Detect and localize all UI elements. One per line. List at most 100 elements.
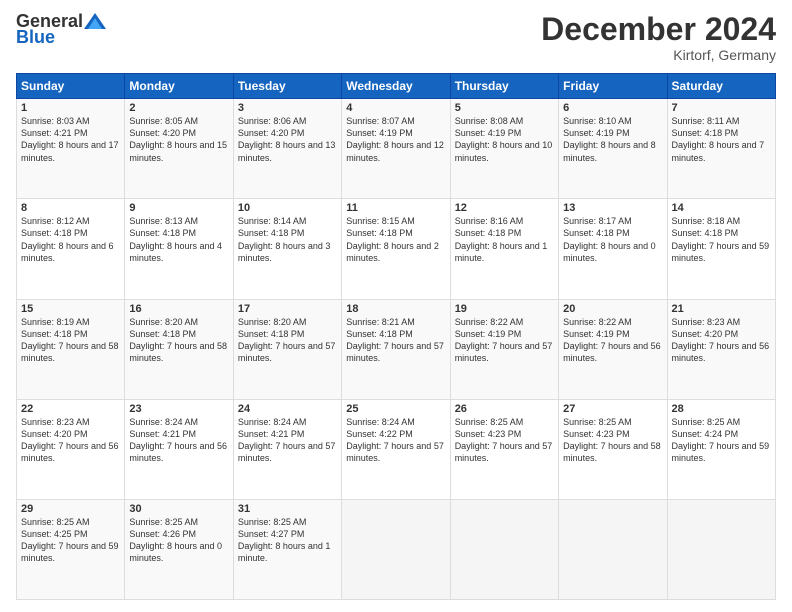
day-number: 4: [346, 102, 445, 114]
cell-info: Sunrise: 8:16 AMSunset: 4:18 PMDaylight:…: [455, 215, 554, 264]
day-number: 3: [238, 102, 337, 114]
day-number: 17: [238, 303, 337, 315]
table-row: 25Sunrise: 8:24 AMSunset: 4:22 PMDayligh…: [342, 399, 450, 499]
table-row: 20Sunrise: 8:22 AMSunset: 4:19 PMDayligh…: [559, 299, 667, 399]
table-row: 29Sunrise: 8:25 AMSunset: 4:25 PMDayligh…: [17, 499, 125, 599]
cell-info: Sunrise: 8:25 AMSunset: 4:25 PMDaylight:…: [21, 516, 120, 565]
location: Kirtorf, Germany: [541, 47, 776, 63]
day-number: 20: [563, 303, 662, 315]
table-row: 8Sunrise: 8:12 AMSunset: 4:18 PMDaylight…: [17, 199, 125, 299]
table-row: 6Sunrise: 8:10 AMSunset: 4:19 PMDaylight…: [559, 99, 667, 199]
cell-info: Sunrise: 8:14 AMSunset: 4:18 PMDaylight:…: [238, 215, 337, 264]
cell-info: Sunrise: 8:24 AMSunset: 4:22 PMDaylight:…: [346, 416, 445, 465]
table-row: 3Sunrise: 8:06 AMSunset: 4:20 PMDaylight…: [233, 99, 341, 199]
day-number: 29: [21, 503, 120, 515]
cell-info: Sunrise: 8:10 AMSunset: 4:19 PMDaylight:…: [563, 115, 662, 164]
day-number: 1: [21, 102, 120, 114]
table-row: 12Sunrise: 8:16 AMSunset: 4:18 PMDayligh…: [450, 199, 558, 299]
table-row: 11Sunrise: 8:15 AMSunset: 4:18 PMDayligh…: [342, 199, 450, 299]
table-row: 15Sunrise: 8:19 AMSunset: 4:18 PMDayligh…: [17, 299, 125, 399]
table-row: 4Sunrise: 8:07 AMSunset: 4:19 PMDaylight…: [342, 99, 450, 199]
col-monday: Monday: [125, 74, 233, 99]
day-number: 7: [672, 102, 771, 114]
table-row: [450, 499, 558, 599]
calendar-row: 8Sunrise: 8:12 AMSunset: 4:18 PMDaylight…: [17, 199, 776, 299]
calendar-row: 15Sunrise: 8:19 AMSunset: 4:18 PMDayligh…: [17, 299, 776, 399]
day-number: 13: [563, 202, 662, 214]
day-number: 12: [455, 202, 554, 214]
cell-info: Sunrise: 8:25 AMSunset: 4:27 PMDaylight:…: [238, 516, 337, 565]
cell-info: Sunrise: 8:03 AMSunset: 4:21 PMDaylight:…: [21, 115, 120, 164]
table-row: 14Sunrise: 8:18 AMSunset: 4:18 PMDayligh…: [667, 199, 775, 299]
cell-info: Sunrise: 8:25 AMSunset: 4:26 PMDaylight:…: [129, 516, 228, 565]
cell-info: Sunrise: 8:11 AMSunset: 4:18 PMDaylight:…: [672, 115, 771, 164]
table-row: 2Sunrise: 8:05 AMSunset: 4:20 PMDaylight…: [125, 99, 233, 199]
table-row: 13Sunrise: 8:17 AMSunset: 4:18 PMDayligh…: [559, 199, 667, 299]
table-row: 7Sunrise: 8:11 AMSunset: 4:18 PMDaylight…: [667, 99, 775, 199]
day-number: 23: [129, 403, 228, 415]
cell-info: Sunrise: 8:07 AMSunset: 4:19 PMDaylight:…: [346, 115, 445, 164]
cell-info: Sunrise: 8:08 AMSunset: 4:19 PMDaylight:…: [455, 115, 554, 164]
table-row: [342, 499, 450, 599]
cell-info: Sunrise: 8:23 AMSunset: 4:20 PMDaylight:…: [21, 416, 120, 465]
cell-info: Sunrise: 8:25 AMSunset: 4:24 PMDaylight:…: [672, 416, 771, 465]
cell-info: Sunrise: 8:18 AMSunset: 4:18 PMDaylight:…: [672, 215, 771, 264]
col-wednesday: Wednesday: [342, 74, 450, 99]
day-number: 31: [238, 503, 337, 515]
logo-icon: [84, 13, 106, 29]
cell-info: Sunrise: 8:22 AMSunset: 4:19 PMDaylight:…: [563, 316, 662, 365]
day-number: 5: [455, 102, 554, 114]
day-number: 9: [129, 202, 228, 214]
col-sunday: Sunday: [17, 74, 125, 99]
cell-info: Sunrise: 8:06 AMSunset: 4:20 PMDaylight:…: [238, 115, 337, 164]
day-number: 30: [129, 503, 228, 515]
table-row: 22Sunrise: 8:23 AMSunset: 4:20 PMDayligh…: [17, 399, 125, 499]
day-number: 28: [672, 403, 771, 415]
table-row: [667, 499, 775, 599]
table-row: 24Sunrise: 8:24 AMSunset: 4:21 PMDayligh…: [233, 399, 341, 499]
table-row: [559, 499, 667, 599]
table-row: 17Sunrise: 8:20 AMSunset: 4:18 PMDayligh…: [233, 299, 341, 399]
day-number: 21: [672, 303, 771, 315]
day-number: 26: [455, 403, 554, 415]
logo-blue: Blue: [16, 28, 55, 46]
cell-info: Sunrise: 8:24 AMSunset: 4:21 PMDaylight:…: [238, 416, 337, 465]
cell-info: Sunrise: 8:25 AMSunset: 4:23 PMDaylight:…: [563, 416, 662, 465]
header-row: Sunday Monday Tuesday Wednesday Thursday…: [17, 74, 776, 99]
day-number: 16: [129, 303, 228, 315]
col-tuesday: Tuesday: [233, 74, 341, 99]
table-row: 26Sunrise: 8:25 AMSunset: 4:23 PMDayligh…: [450, 399, 558, 499]
day-number: 27: [563, 403, 662, 415]
table-row: 18Sunrise: 8:21 AMSunset: 4:18 PMDayligh…: [342, 299, 450, 399]
day-number: 25: [346, 403, 445, 415]
day-number: 2: [129, 102, 228, 114]
day-number: 24: [238, 403, 337, 415]
col-saturday: Saturday: [667, 74, 775, 99]
month-title: December 2024: [541, 12, 776, 47]
calendar-row: 29Sunrise: 8:25 AMSunset: 4:25 PMDayligh…: [17, 499, 776, 599]
cell-info: Sunrise: 8:12 AMSunset: 4:18 PMDaylight:…: [21, 215, 120, 264]
day-number: 6: [563, 102, 662, 114]
col-friday: Friday: [559, 74, 667, 99]
cell-info: Sunrise: 8:20 AMSunset: 4:18 PMDaylight:…: [238, 316, 337, 365]
page: General Blue December 2024 Kirtorf, Germ…: [0, 0, 792, 612]
day-number: 14: [672, 202, 771, 214]
day-number: 11: [346, 202, 445, 214]
cell-info: Sunrise: 8:05 AMSunset: 4:20 PMDaylight:…: [129, 115, 228, 164]
cell-info: Sunrise: 8:22 AMSunset: 4:19 PMDaylight:…: [455, 316, 554, 365]
table-row: 23Sunrise: 8:24 AMSunset: 4:21 PMDayligh…: [125, 399, 233, 499]
title-area: December 2024 Kirtorf, Germany: [541, 12, 776, 63]
table-row: 9Sunrise: 8:13 AMSunset: 4:18 PMDaylight…: [125, 199, 233, 299]
day-number: 15: [21, 303, 120, 315]
table-row: 19Sunrise: 8:22 AMSunset: 4:19 PMDayligh…: [450, 299, 558, 399]
table-row: 30Sunrise: 8:25 AMSunset: 4:26 PMDayligh…: [125, 499, 233, 599]
table-row: 28Sunrise: 8:25 AMSunset: 4:24 PMDayligh…: [667, 399, 775, 499]
cell-info: Sunrise: 8:17 AMSunset: 4:18 PMDaylight:…: [563, 215, 662, 264]
logo: General Blue: [16, 12, 106, 46]
day-number: 18: [346, 303, 445, 315]
table-row: 16Sunrise: 8:20 AMSunset: 4:18 PMDayligh…: [125, 299, 233, 399]
table-row: 21Sunrise: 8:23 AMSunset: 4:20 PMDayligh…: [667, 299, 775, 399]
cell-info: Sunrise: 8:23 AMSunset: 4:20 PMDaylight:…: [672, 316, 771, 365]
table-row: 10Sunrise: 8:14 AMSunset: 4:18 PMDayligh…: [233, 199, 341, 299]
cell-info: Sunrise: 8:21 AMSunset: 4:18 PMDaylight:…: [346, 316, 445, 365]
